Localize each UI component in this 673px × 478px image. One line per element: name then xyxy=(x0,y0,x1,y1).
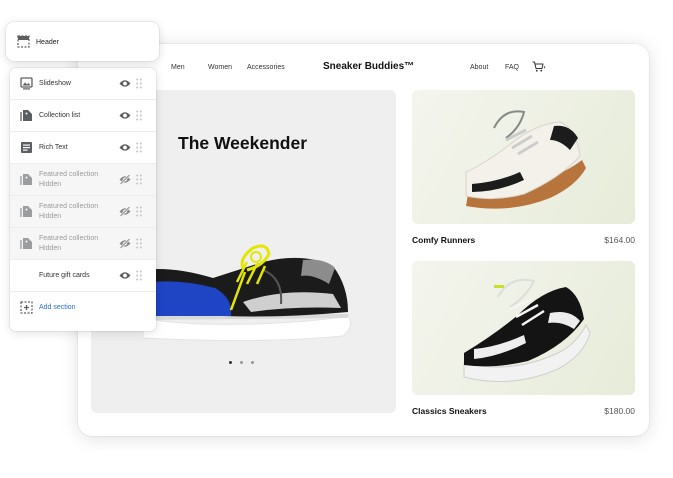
section-label: Featured collection Hidden xyxy=(39,170,98,190)
collection-tag-icon xyxy=(20,238,32,249)
section-item-featured-collection[interactable]: Featured collection Hidden xyxy=(10,196,156,228)
section-status: Hidden xyxy=(39,181,62,188)
drag-handle-icon[interactable] xyxy=(136,174,142,185)
section-status: Hidden xyxy=(39,213,62,220)
section-label: Featured collection Hidden xyxy=(39,202,98,222)
store-brand[interactable]: Sneaker Buddies™ xyxy=(323,61,414,72)
section-status: Hidden xyxy=(39,245,62,252)
collection-tag-icon xyxy=(20,174,32,185)
eye-icon[interactable] xyxy=(119,78,131,89)
drag-handle-icon[interactable] xyxy=(136,110,142,121)
section-item-rich-text[interactable]: Rich Text xyxy=(10,132,156,164)
hero-title: The Weekender xyxy=(178,133,308,153)
slideshow-icon xyxy=(20,77,33,90)
sections-panel: Slideshow Collection list Rich Text Feat… xyxy=(10,68,156,331)
store-preview: Men Women Accessories Sneaker Buddies™ A… xyxy=(78,44,649,436)
nav-link-women[interactable]: Women xyxy=(208,64,232,71)
nav-link-about[interactable]: About xyxy=(470,64,488,71)
section-title: Featured collection xyxy=(39,171,99,178)
slide-dot[interactable] xyxy=(240,361,243,364)
section-label: Featured collection Hidden xyxy=(39,234,98,254)
nav-link-faq[interactable]: FAQ xyxy=(505,64,519,71)
slide-dot[interactable] xyxy=(251,361,254,364)
product-name[interactable]: Classics Sneakers xyxy=(412,406,487,416)
product-price: $164.00 xyxy=(604,235,635,245)
add-section-label: Add section xyxy=(39,304,76,311)
product-card[interactable]: Classics Sneakers $180.00 xyxy=(412,261,635,416)
add-section-button[interactable]: Add section xyxy=(10,292,156,324)
section-title: Featured collection xyxy=(39,203,99,210)
section-item-featured-collection[interactable]: Featured collection Hidden xyxy=(10,164,156,196)
section-label: Slideshow xyxy=(39,80,71,87)
nav-link-men[interactable]: Men xyxy=(171,64,185,71)
header-layout-icon xyxy=(17,35,30,48)
product-image[interactable] xyxy=(412,261,635,395)
drag-handle-icon[interactable] xyxy=(136,78,142,89)
product-name[interactable]: Comfy Runners xyxy=(412,235,475,245)
eye-hidden-icon[interactable] xyxy=(119,174,131,185)
drag-handle-icon[interactable] xyxy=(136,270,142,281)
eye-icon[interactable] xyxy=(119,142,131,153)
product-card[interactable]: Comfy Runners $164.00 xyxy=(412,90,635,245)
slideshow-dots xyxy=(229,361,254,364)
section-title: Featured collection xyxy=(39,235,99,242)
slide-dot[interactable] xyxy=(229,361,232,364)
section-label: Header xyxy=(36,39,59,46)
eye-icon[interactable] xyxy=(119,110,131,121)
drag-handle-icon[interactable] xyxy=(136,206,142,217)
collection-tag-icon xyxy=(20,206,32,217)
nav-link-accessories[interactable]: Accessories xyxy=(247,64,285,71)
section-item-collection-list[interactable]: Collection list xyxy=(10,100,156,132)
product-price: $180.00 xyxy=(604,406,635,416)
section-label: Future gift cards xyxy=(39,272,90,279)
drag-handle-icon[interactable] xyxy=(136,238,142,249)
section-label: Rich Text xyxy=(39,144,68,151)
product-image[interactable] xyxy=(412,90,635,224)
collection-tag-icon xyxy=(20,110,32,121)
product-sneaker-image xyxy=(465,110,586,209)
eye-icon[interactable] xyxy=(119,270,131,281)
product-sneaker-image xyxy=(463,278,591,382)
section-item-slideshow[interactable]: Slideshow xyxy=(10,68,156,100)
eye-hidden-icon[interactable] xyxy=(119,238,131,249)
hero-sneaker-image xyxy=(143,244,352,342)
drag-handle-icon[interactable] xyxy=(136,142,142,153)
cart-icon[interactable] xyxy=(532,61,546,73)
eye-hidden-icon[interactable] xyxy=(119,206,131,217)
section-item-featured-collection[interactable]: Featured collection Hidden xyxy=(10,228,156,260)
section-item-header[interactable]: Header xyxy=(6,22,159,61)
add-section-icon xyxy=(20,301,33,314)
section-item-future-gift-cards[interactable]: Future gift cards xyxy=(10,260,156,292)
section-label: Collection list xyxy=(39,112,81,119)
rich-text-icon xyxy=(21,142,32,153)
